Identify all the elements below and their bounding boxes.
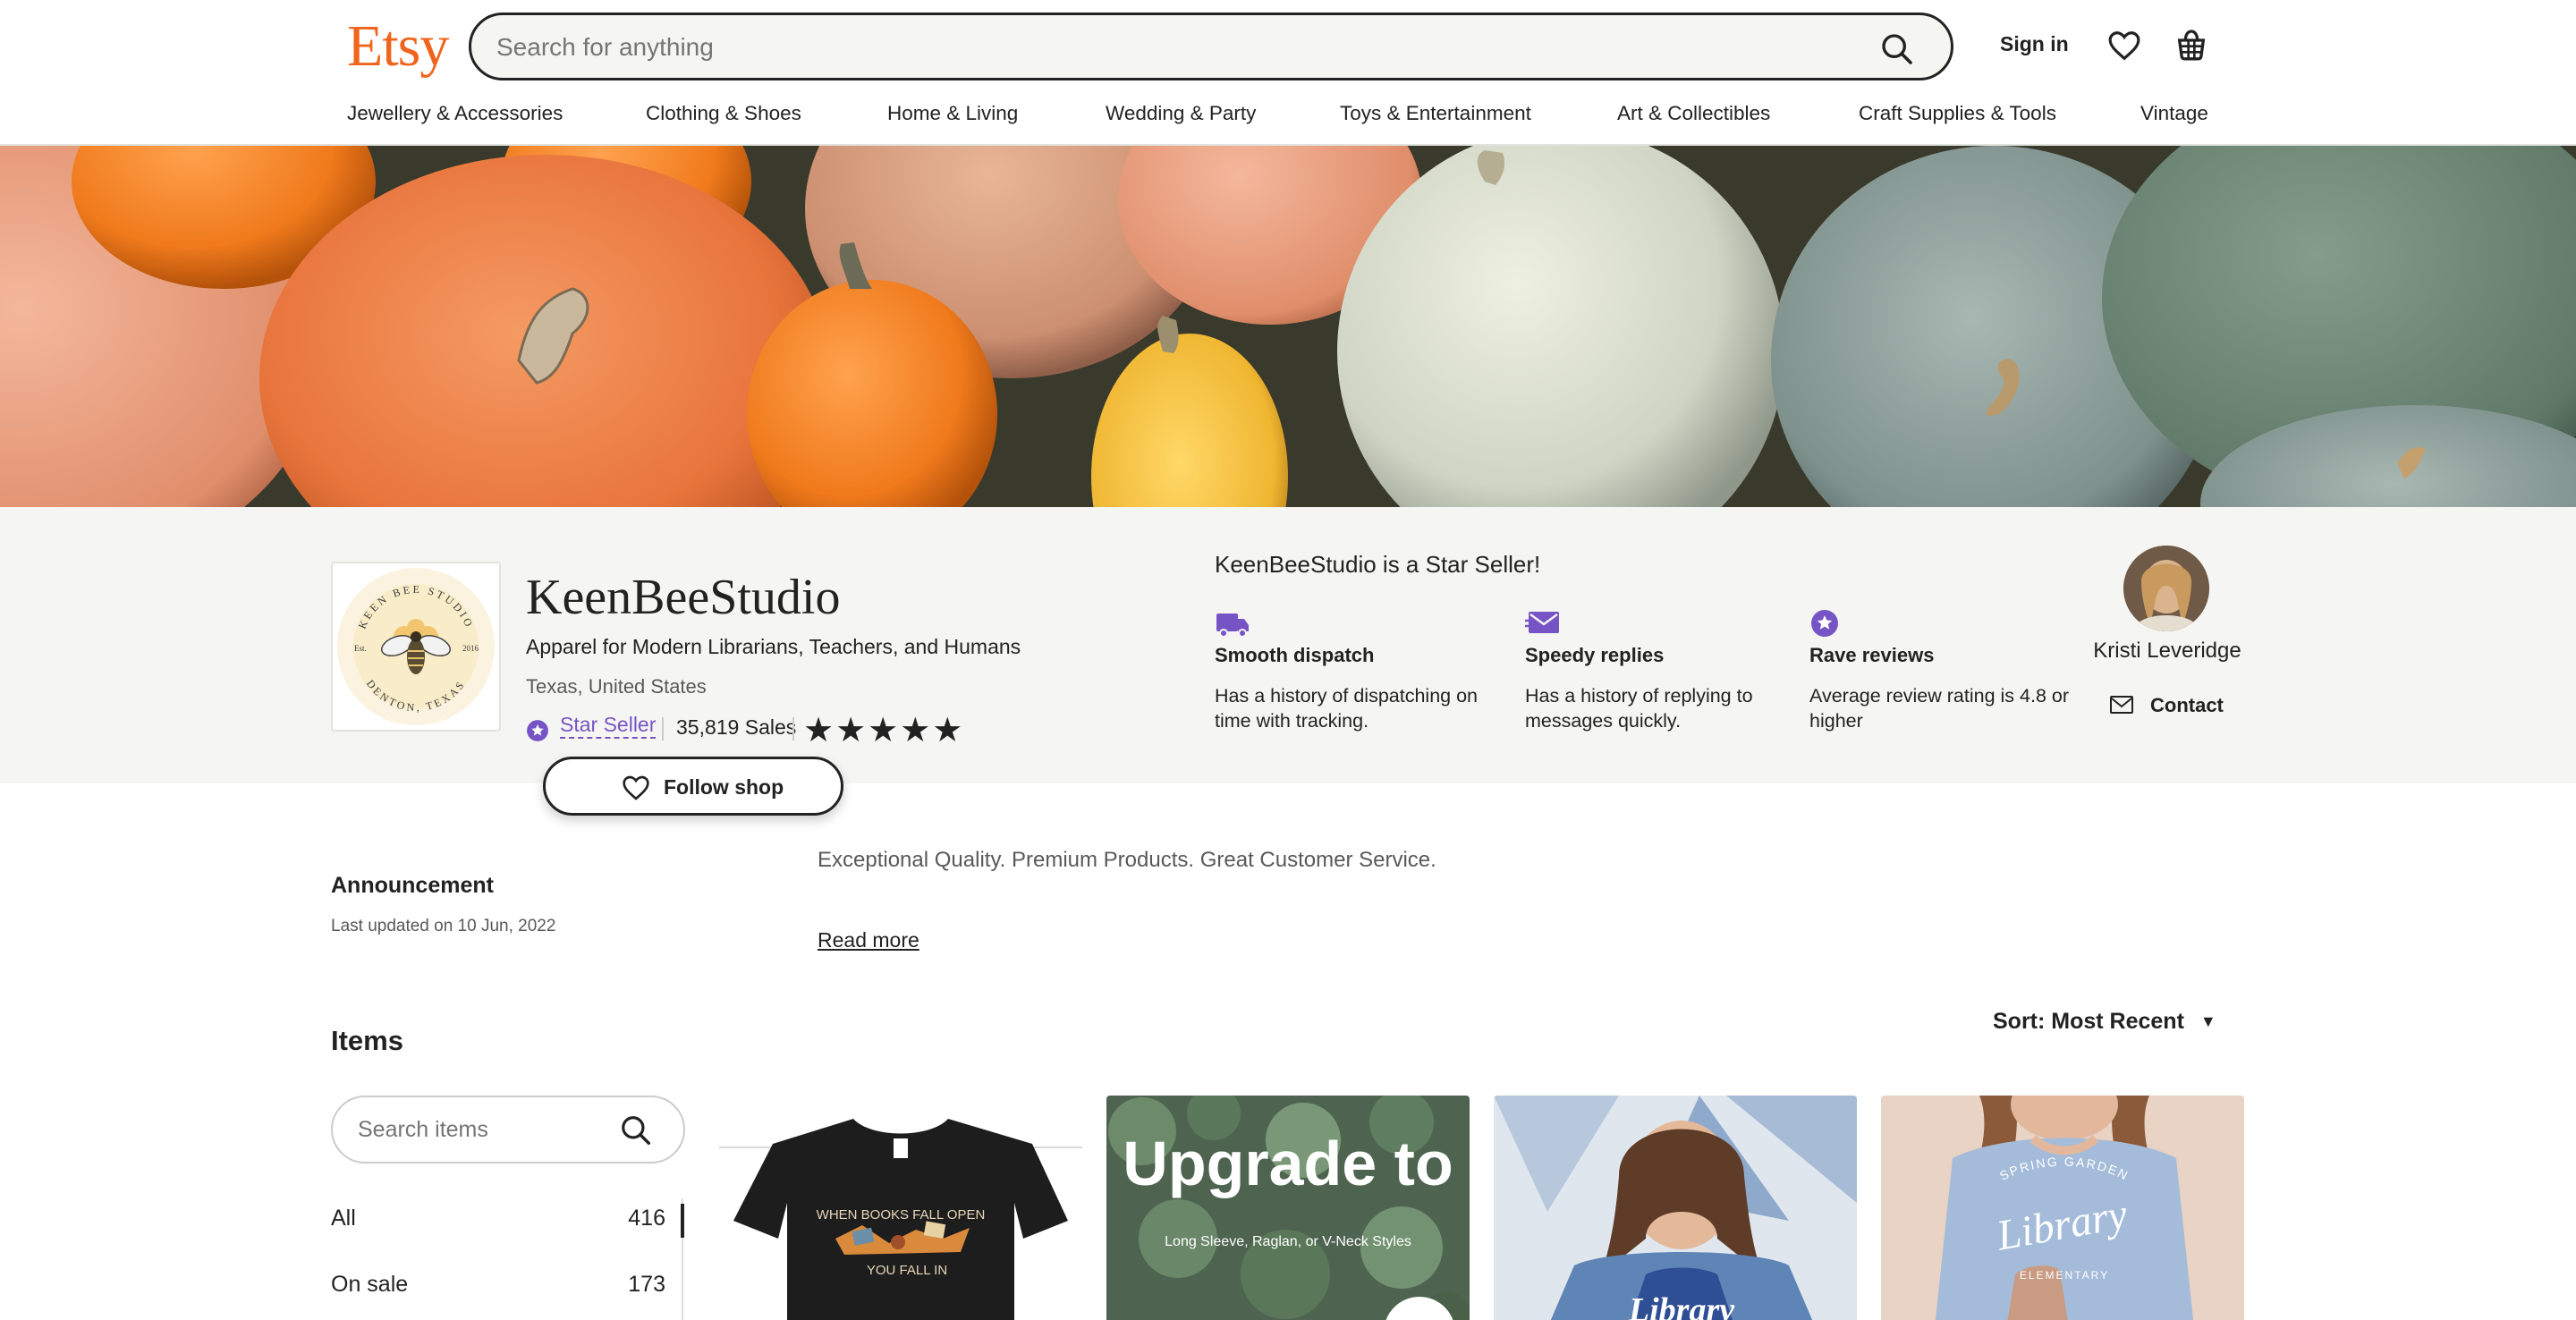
announcement-title: Announcement bbox=[331, 873, 494, 898]
announcement-text: Exceptional Quality. Premium Products. G… bbox=[818, 848, 1436, 872]
nav-toys-entertainment[interactable]: Toys & Entertainment bbox=[1340, 102, 1531, 125]
listing-image-upgrade-styles: Upgrade to Long Sleeve, Raglan, or V-Nec… bbox=[1106, 1096, 1470, 1320]
divider bbox=[792, 717, 794, 740]
star-seller-icon bbox=[527, 720, 548, 741]
star-badge-icon bbox=[1811, 610, 1838, 637]
shirt-text: YOU FALL IN bbox=[867, 1263, 947, 1278]
read-more-link[interactable]: Read more bbox=[818, 928, 919, 952]
item-search-input[interactable] bbox=[358, 1113, 626, 1146]
shop-banner-image bbox=[0, 146, 2576, 507]
listing-card[interactable]: WHEN BOOKS FALL OPEN YOU FALL IN bbox=[719, 1096, 1082, 1320]
search-icon[interactable] bbox=[1879, 31, 1915, 67]
badge-description: Average review rating is 4.8 or higher bbox=[1809, 685, 2069, 732]
promo-headline: Upgrade to bbox=[1123, 1129, 1453, 1198]
category-nav: Jewellery & Accessories Clothing & Shoes… bbox=[347, 102, 2225, 134]
shirt-bottom-text: ELEMENTARY bbox=[2020, 1269, 2109, 1282]
rating-stars[interactable]: ★★★★★ bbox=[803, 710, 964, 750]
shirt-text: WHEN BOOKS FALL OPEN bbox=[817, 1207, 986, 1223]
section-filter-all[interactable]: All 416 bbox=[331, 1206, 665, 1241]
star-seller-heading: KeenBeeStudio is a Star Seller! bbox=[1215, 551, 1541, 578]
shop-tagline: Apparel for Modern Librarians, Teachers,… bbox=[526, 635, 1021, 658]
star-seller-link[interactable]: Star Seller bbox=[560, 712, 657, 739]
follow-shop-button[interactable]: Follow shop bbox=[543, 757, 843, 816]
section-label: On sale bbox=[331, 1272, 409, 1297]
item-search-box[interactable] bbox=[331, 1096, 685, 1163]
badge-description: Has a history of replying to messages qu… bbox=[1525, 685, 1753, 732]
section-label: All bbox=[331, 1206, 356, 1231]
heart-icon bbox=[623, 775, 649, 800]
sales-count: 35,819 Sales bbox=[676, 715, 797, 739]
nav-craft-supplies-tools[interactable]: Craft Supplies & Tools bbox=[1859, 102, 2056, 125]
sort-dropdown[interactable]: Sort: Most Recent ▼ bbox=[1993, 1009, 2216, 1035]
divider bbox=[662, 717, 664, 740]
cart-icon[interactable] bbox=[2174, 27, 2209, 63]
section-filter-on-sale[interactable]: On sale 173 bbox=[331, 1272, 665, 1307]
envelope-icon bbox=[2110, 696, 2133, 714]
shop-logo[interactable]: KEEN BEE STUDIO DENTON, TEXAS Est. 2016 bbox=[331, 562, 501, 732]
search-bar[interactable] bbox=[469, 13, 1953, 80]
sort-label: Sort: Most Recent bbox=[1993, 1009, 2184, 1034]
section-count: 416 bbox=[628, 1206, 665, 1231]
nav-vintage[interactable]: Vintage bbox=[2140, 102, 2208, 125]
follow-shop-label: Follow shop bbox=[664, 775, 784, 799]
badge-title: Smooth dispatch bbox=[1215, 644, 1375, 666]
shop-stats-row: Star Seller 35,819 Sales ★★★★★ bbox=[526, 710, 973, 750]
owner-name: Kristi Leveridge bbox=[2093, 639, 2241, 663]
pumpkins-illustration bbox=[0, 146, 2576, 507]
caret-down-icon: ▼ bbox=[2199, 1012, 2216, 1030]
search-icon[interactable] bbox=[619, 1113, 653, 1147]
active-section-indicator bbox=[681, 1204, 684, 1238]
listing-image-woman-library-shirt: Library bbox=[1494, 1096, 1857, 1320]
message-icon bbox=[1525, 612, 1559, 633]
shop-name: KeenBeeStudio bbox=[526, 570, 841, 625]
nav-art-collectibles[interactable]: Art & Collectibles bbox=[1617, 102, 1770, 125]
shirt-text: Library bbox=[1628, 1291, 1734, 1320]
badge-title: Speedy replies bbox=[1525, 644, 1665, 666]
contact-label: Contact bbox=[2150, 694, 2224, 716]
listing-card[interactable]: Library bbox=[1494, 1096, 1857, 1320]
logo-est-text: Est. bbox=[354, 644, 367, 653]
nav-clothing-shoes[interactable]: Clothing & Shoes bbox=[646, 102, 801, 125]
truck-icon bbox=[1216, 613, 1249, 638]
badge-description: Has a history of dispatching on time wit… bbox=[1215, 685, 1478, 732]
listing-card[interactable]: SPRING GARDEN Library ELEMENTARY bbox=[1881, 1096, 2244, 1320]
nav-jewellery-accessories[interactable]: Jewellery & Accessories bbox=[347, 102, 563, 125]
contact-button[interactable]: Contact bbox=[2109, 692, 2243, 721]
listing-image-tshirt-books: WHEN BOOKS FALL OPEN YOU FALL IN bbox=[719, 1096, 1082, 1320]
announcement-date: Last updated on 10 Jun, 2022 bbox=[331, 917, 556, 935]
favorites-heart-icon[interactable] bbox=[2107, 29, 2141, 63]
bee-logo-icon: KEEN BEE STUDIO DENTON, TEXAS Est. 2016 bbox=[337, 568, 495, 725]
owner-photo bbox=[2123, 546, 2209, 631]
shop-location: Texas, United States bbox=[526, 675, 707, 698]
site-header: Etsy Sign in Jewellery & Accessories Clo… bbox=[0, 0, 2576, 146]
badge-title: Rave reviews bbox=[1809, 644, 1935, 666]
logo-year-text: 2016 bbox=[462, 644, 479, 653]
section-count: 173 bbox=[628, 1272, 665, 1297]
items-heading: Items bbox=[331, 1025, 403, 1056]
nav-wedding-party[interactable]: Wedding & Party bbox=[1106, 102, 1256, 125]
owner-avatar[interactable] bbox=[2123, 546, 2209, 631]
listing-card[interactable]: Upgrade to Long Sleeve, Raglan, or V-Nec… bbox=[1106, 1096, 1470, 1320]
etsy-logo[interactable]: Etsy bbox=[347, 13, 449, 80]
nav-home-living[interactable]: Home & Living bbox=[887, 102, 1018, 125]
promo-subtext: Long Sleeve, Raglan, or V-Neck Styles bbox=[1165, 1234, 1411, 1249]
sign-in-link[interactable]: Sign in bbox=[2000, 32, 2069, 56]
search-input[interactable] bbox=[496, 28, 1838, 67]
listing-image-spring-garden-library: SPRING GARDEN Library ELEMENTARY bbox=[1881, 1096, 2244, 1320]
